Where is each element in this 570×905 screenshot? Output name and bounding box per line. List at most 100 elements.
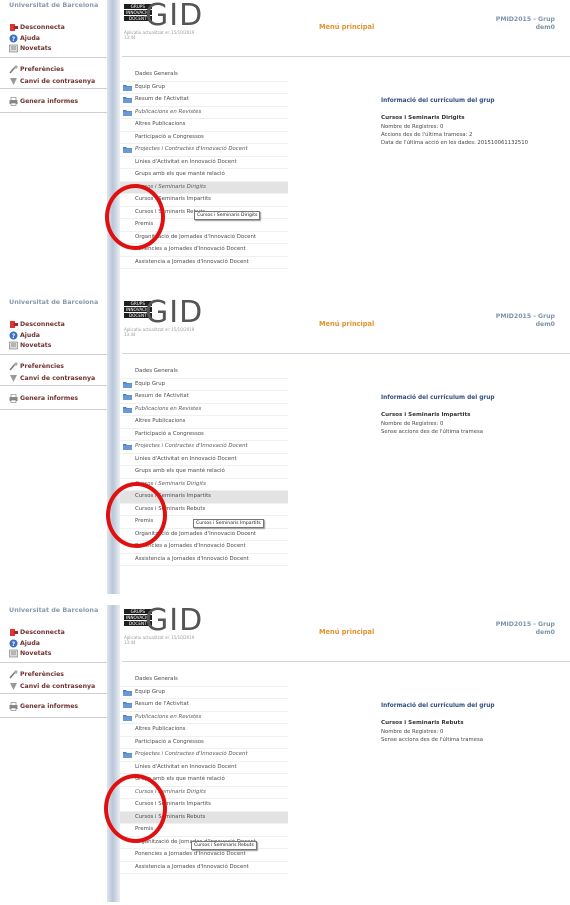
- sidebar-item[interactable]: ? Ajuda: [9, 639, 40, 648]
- menu-item[interactable]: Altres Publicacions: [120, 119, 288, 132]
- menu-item-label: Publicacions en Revistes: [135, 405, 202, 412]
- menu-item[interactable]: Equip Grup: [120, 82, 288, 94]
- menu-item-label: Projectes i Contractes d'Innovació Docen…: [135, 751, 248, 757]
- main-menu-title[interactable]: Menú principal: [319, 628, 374, 636]
- svg-text:?: ?: [12, 641, 16, 648]
- sidebar-item[interactable]: Canvi de contrasenya: [9, 682, 95, 691]
- user-name: dem0: [535, 24, 555, 31]
- menu-item[interactable]: Assistencia a Jornades d'Innovació Docen…: [120, 862, 288, 874]
- screenshot-panel: Universitat de Barcelona Desconnecta? Ajud…: [0, 0, 570, 297]
- sidebar-item[interactable]: Genera informes: [9, 702, 78, 711]
- menu-item[interactable]: Projectes i Contractes d'Innovació Docen…: [120, 441, 288, 454]
- sidebar-item-label: Desconnecta: [20, 629, 65, 636]
- sidebar-item[interactable]: Canvi de contrasenya: [9, 374, 95, 383]
- menu-item[interactable]: Altres Publicacions: [120, 416, 288, 429]
- menu-item-label: Resum de l'Activitat: [135, 96, 189, 102]
- sidebar-item[interactable]: Genera informes: [9, 97, 78, 106]
- menu-item[interactable]: Projectes i Contractes d'Innovació Docen…: [120, 144, 288, 157]
- menu-item-label: Línies d'Activitat en Innovació Docent: [135, 763, 237, 770]
- info-line: Accions des de l'última tramesa: 2: [381, 132, 473, 138]
- project-user-label: PMID2015 - Grup dem0: [496, 621, 555, 637]
- menu-item[interactable]: Resum de l'Activitat: [120, 391, 288, 404]
- menu-item-label: Projectes i Contractes d'Innovació Docen…: [135, 443, 248, 449]
- menu-item-label: Assistencia a Jornades d'Innovació Docen…: [135, 258, 249, 265]
- sidebar-item[interactable]: Desconnecta: [9, 628, 65, 637]
- sidebar-item[interactable]: Preferències: [9, 65, 64, 74]
- menu-item[interactable]: Grups amb els que manté relació: [120, 169, 288, 182]
- menu-item[interactable]: Línies d'Activitat en Innovació Docent: [120, 762, 288, 774]
- main-menu-title[interactable]: Menú principal: [319, 320, 374, 328]
- info-panel: Informació del currículum del grup Cursos…: [381, 395, 561, 436]
- menu-item-label: Dades Generals: [135, 676, 178, 682]
- annotation-circle: [105, 184, 165, 250]
- project-name: PMID2015 - Grup: [495, 621, 555, 628]
- sidebar-item-label: Novetats: [20, 342, 52, 349]
- info-subtitle: Cursos i Seminaris Dirigits: [381, 115, 465, 121]
- project-name: PMID2015 - Grup: [495, 313, 555, 320]
- menu-item[interactable]: Participació a Congressos: [120, 429, 288, 441]
- news-icon: [9, 649, 18, 658]
- preferences-icon: [9, 65, 18, 74]
- menu-item[interactable]: Participació a Congressos: [120, 132, 288, 144]
- menu-item[interactable]: Resum de l'Activitat: [120, 699, 288, 712]
- sidebar-item[interactable]: Canvi de contrasenya: [9, 77, 95, 86]
- sidebar-item[interactable]: ? Ajuda: [9, 331, 40, 340]
- menu-item[interactable]: Resum de l'Activitat: [120, 94, 288, 107]
- project-user-label: PMID2015 - Grup dem0: [496, 16, 555, 32]
- menu-item[interactable]: Ponencies a Jornades d'Innovació Docent: [120, 849, 288, 862]
- menu-item[interactable]: Projectes i Contractes d'Innovació Docen…: [120, 749, 288, 762]
- logo-gid-text: GID: [145, 603, 204, 638]
- sidebar-divider: [0, 662, 107, 663]
- sidebar-item-label: Preferències: [20, 66, 64, 73]
- menu-item[interactable]: Dades Generals: [120, 674, 288, 687]
- menu-item[interactable]: Línies d'Activitat en Innovació Docent: [120, 157, 288, 169]
- folder-icon: [123, 146, 132, 153]
- menu-item[interactable]: Publicacions en Revistes: [120, 107, 288, 119]
- menu-item-label: Grups amb els que manté relació: [135, 171, 225, 177]
- tooltip: Cursos i Seminaris Impartits: [193, 519, 264, 528]
- menu-item[interactable]: Participació a Congressos: [120, 737, 288, 749]
- menu-item[interactable]: Assistencia a Jornades d'Innovació Docen…: [120, 554, 288, 566]
- folder-icon: [123, 96, 132, 103]
- help-icon: ?: [9, 331, 18, 340]
- menu-item[interactable]: Línies d'Activitat en Innovació Docent: [120, 454, 288, 466]
- folder-icon: [123, 84, 132, 91]
- info-panel: Informació del currículum del grup Cursos…: [381, 703, 561, 744]
- sidebar-item[interactable]: Preferències: [9, 362, 64, 371]
- sidebar-divider: [0, 57, 107, 58]
- menu-item[interactable]: Assistencia a Jornades d'Innovació Docen…: [120, 257, 288, 269]
- menu-item-label: Equip Grup: [135, 688, 166, 695]
- menu-item-label: Grups amb els que manté relació: [135, 468, 225, 474]
- info-panel: Informació del currículum del grup Cursos…: [381, 98, 561, 147]
- menu-item[interactable]: Equip Grup: [120, 687, 288, 699]
- main-menu-title[interactable]: Menú principal: [319, 23, 374, 31]
- sidebar-item[interactable]: Desconnecta: [9, 23, 65, 32]
- info-line: Nombre de Registres: 0: [381, 124, 444, 130]
- menu-item[interactable]: Equip Grup: [120, 379, 288, 391]
- sidebar-item[interactable]: Preferències: [9, 670, 64, 679]
- menu-item-label: Dades Generals: [135, 368, 178, 374]
- news-icon: [9, 341, 18, 350]
- menu-item[interactable]: Dades Generals: [120, 69, 288, 82]
- sidebar-item[interactable]: Novetats: [9, 649, 51, 658]
- sidebar-item-label: Canvi de contrasenya: [20, 683, 96, 690]
- sidebar-item[interactable]: Genera informes: [9, 394, 78, 403]
- menu-item[interactable]: Publicacions en Revistes: [120, 404, 288, 416]
- menu-item[interactable]: Altres Publicacions: [120, 724, 288, 737]
- folder-icon: [123, 406, 132, 413]
- sidebar-item-label: Novetats: [20, 45, 52, 52]
- sidebar-item[interactable]: Novetats: [9, 44, 51, 53]
- menu-item[interactable]: Grups amb els que manté relació: [120, 466, 288, 479]
- menu-item[interactable]: Dades Generals: [120, 366, 288, 379]
- last-updated-text: Aplicatiu actualitzat el: 15/10/2019 13:…: [124, 30, 195, 40]
- help-icon: ?: [9, 34, 18, 43]
- menu-item-label: Resum de l'Activitat: [135, 701, 189, 707]
- menu-item-label: Altres Publicacions: [135, 418, 186, 424]
- menu-item-label: Dades Generals: [135, 71, 178, 77]
- tooltip: Cursos i Seminaris Dirigits: [194, 211, 261, 220]
- info-line: Nombre de Registres: 0: [381, 729, 444, 735]
- sidebar-item[interactable]: Novetats: [9, 341, 51, 350]
- menu-item[interactable]: Publicacions en Revistes: [120, 712, 288, 724]
- sidebar-item[interactable]: ? Ajuda: [9, 34, 40, 43]
- sidebar-item[interactable]: Desconnecta: [9, 320, 65, 329]
